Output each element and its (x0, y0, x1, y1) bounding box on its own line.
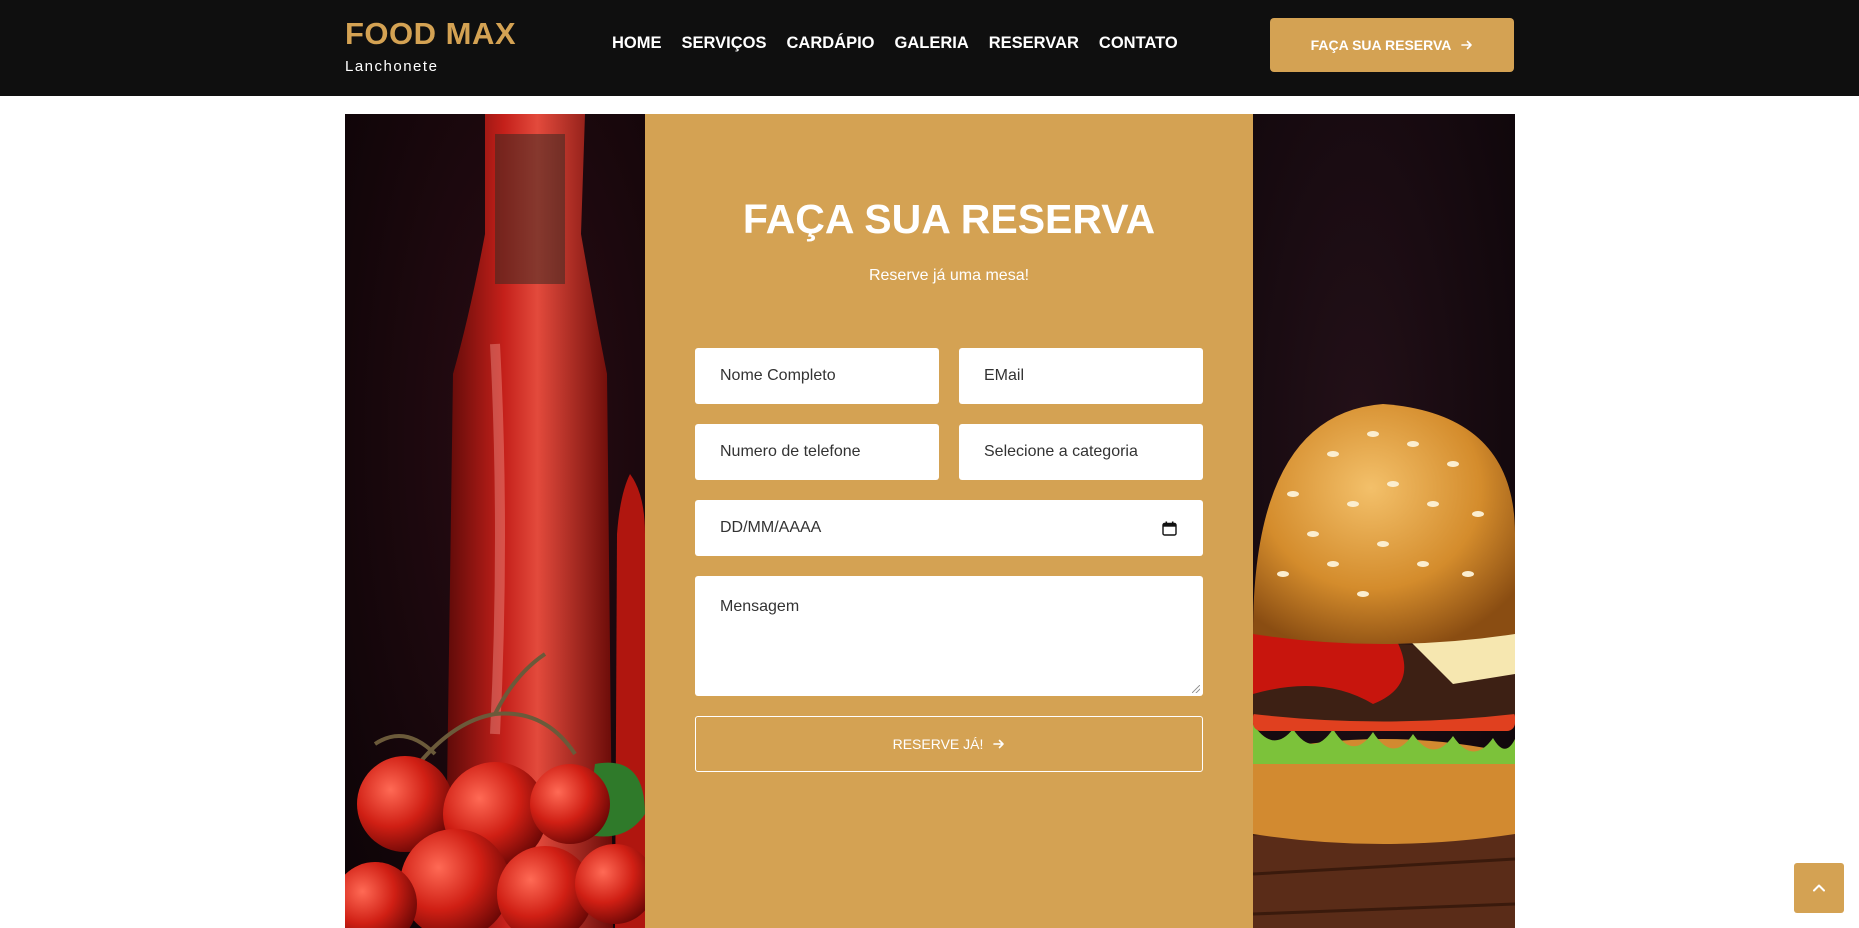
nav-item-home[interactable]: HOME (612, 34, 662, 53)
arrow-right-icon (1461, 40, 1473, 50)
calendar-icon[interactable] (1162, 521, 1177, 536)
ketchup-bottle-image (345, 114, 645, 928)
message-textarea[interactable]: Mensagem (695, 576, 1203, 696)
email-input[interactable]: EMail (959, 348, 1203, 404)
arrow-right-icon (993, 739, 1005, 749)
top-navbar: FOOD MAX Lanchonete HOME SERVIÇOS CARDÁP… (0, 0, 1859, 96)
nav-item-cardapio[interactable]: CARDÁPIO (786, 34, 874, 53)
submit-label: RESERVE JÁ! (892, 736, 984, 752)
nav-item-reservar[interactable]: RESERVAR (989, 34, 1079, 53)
header-reserve-button[interactable]: FAÇA SUA RESERVA (1270, 18, 1514, 72)
brand-logo[interactable]: FOOD MAX Lanchonete (345, 16, 516, 75)
chevron-up-icon (1813, 884, 1825, 892)
header-reserve-label: FAÇA SUA RESERVA (1310, 37, 1452, 53)
message-placeholder: Mensagem (720, 598, 800, 615)
hamburger-image (1253, 114, 1515, 928)
reservation-form-panel: FAÇA SUA RESERVA Reserve já uma mesa! No… (645, 114, 1253, 928)
resize-handle-icon[interactable] (1192, 685, 1200, 693)
nav-item-servicos[interactable]: SERVIÇOS (682, 34, 767, 53)
brand-title: FOOD MAX (345, 16, 517, 51)
nav-item-galeria[interactable]: GALERIA (895, 34, 969, 53)
nav-item-contato[interactable]: CONTATO (1099, 34, 1178, 53)
reservation-section: FAÇA SUA RESERVA Reserve já uma mesa! No… (345, 114, 1515, 928)
reservation-subtitle: Reserve já uma mesa! (868, 267, 1030, 284)
date-input[interactable]: DD/MM/AAAA (695, 500, 1203, 556)
back-to-top-button[interactable] (1794, 863, 1844, 913)
main-nav: HOME SERVIÇOS CARDÁPIO GALERIA RESERVAR … (612, 34, 1178, 53)
category-select[interactable]: Selecione a categoria (959, 424, 1203, 480)
brand-subtitle: Lanchonete (345, 58, 439, 75)
full-name-input[interactable]: Nome Completo (695, 348, 939, 404)
date-placeholder: DD/MM/AAAA (720, 519, 822, 536)
phone-input[interactable]: Numero de telefone (695, 424, 939, 480)
reservation-title: FAÇA SUA RESERVA (742, 196, 1156, 242)
submit-reservation-button[interactable]: RESERVE JÁ! (695, 716, 1203, 772)
